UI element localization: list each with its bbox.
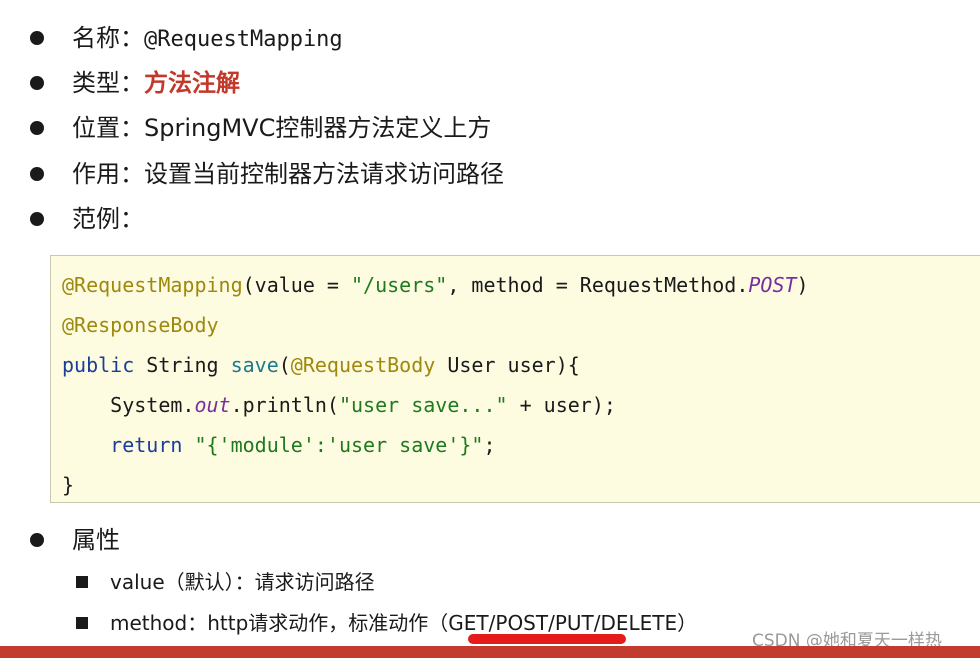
code-line: System.out.println("user save..." + user…: [62, 391, 616, 419]
code-token: (: [278, 353, 291, 377]
annotation-token: @ResponseBody: [62, 313, 219, 337]
type-value: 方法注解: [144, 69, 240, 97]
string-token: "/users": [351, 273, 448, 297]
bottom-bar: [0, 646, 980, 658]
code-token: ;: [483, 433, 496, 457]
bullet-icon: [30, 212, 44, 226]
string-token: "user save...": [338, 393, 508, 417]
function-label: 作用：: [72, 160, 144, 188]
code-line: }: [62, 473, 75, 497]
type-label: 类型：: [72, 69, 144, 97]
name-label: 名称：: [72, 24, 144, 52]
bullet-icon: [30, 167, 44, 181]
constant-token: POST: [748, 273, 797, 297]
bullet-icon: [30, 76, 44, 90]
code-token: ): [796, 273, 809, 297]
bullet-icon: [30, 31, 44, 45]
code-token: + user);: [507, 393, 616, 417]
name-value: @RequestMapping: [144, 27, 343, 52]
code-token: String: [134, 353, 231, 377]
bullet-icon: [30, 121, 44, 135]
code-token: System.: [62, 393, 195, 417]
code-token: , method = RequestMethod.: [447, 273, 749, 297]
method-token: save: [230, 353, 279, 377]
code-line: @ResponseBody: [62, 311, 219, 339]
annotation-token: @RequestBody: [290, 353, 436, 377]
keyword-token: public: [62, 353, 135, 377]
code-token: .println(: [230, 393, 339, 417]
string-token: "{'module':'user save'}": [194, 433, 484, 457]
bullet-icon: [30, 533, 44, 547]
position-label: 位置：: [72, 114, 144, 142]
keyword-token: return: [110, 433, 183, 457]
example-label: 范例：: [72, 205, 144, 233]
attributes-label: 属性: [72, 526, 120, 554]
annotation-token: @RequestMapping: [62, 273, 243, 297]
function-value: 设置当前控制器方法请求访问路径: [144, 160, 504, 188]
code-line: @RequestMapping(value = "/users", method…: [62, 271, 809, 299]
red-scribble-mark: [468, 634, 626, 644]
code-token: User user){: [435, 353, 580, 377]
code-block: @RequestMapping(value = "/users", method…: [50, 255, 980, 503]
square-bullet-icon: [76, 576, 88, 588]
field-token: out: [194, 393, 231, 417]
attribute-value-line: value（默认）：请求访问路径: [110, 570, 375, 594]
code-line: public String save(@RequestBody User use…: [62, 351, 580, 379]
code-line: return "{'module':'user save'}";: [62, 431, 496, 459]
position-value: SpringMVC控制器方法定义上方: [144, 114, 492, 142]
square-bullet-icon: [76, 617, 88, 629]
code-token: (value =: [242, 273, 351, 297]
